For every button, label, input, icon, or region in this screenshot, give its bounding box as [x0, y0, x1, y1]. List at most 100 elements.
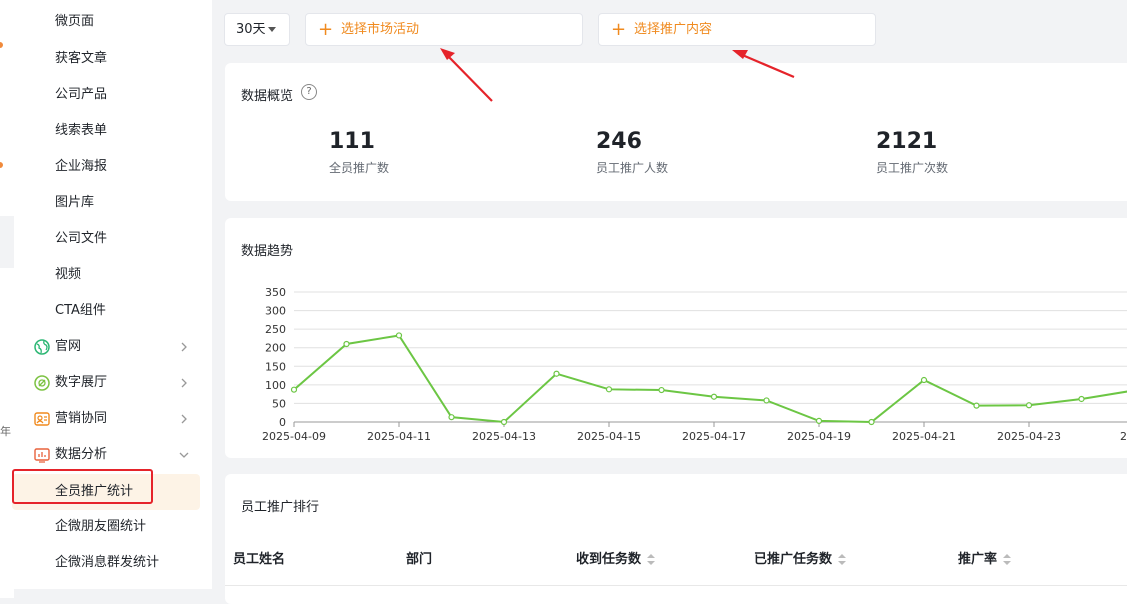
- sidebar-item-label: 企微消息群发统计: [55, 555, 160, 570]
- plus-icon: +: [611, 19, 627, 40]
- stat-label: 员工推广人数: [596, 161, 669, 175]
- select-content-label: 选择推广内容: [634, 22, 713, 37]
- trend-line-chart: 0 50 100 150 200 250 300 350 2025-04-09 2025-04-1…: [262, 286, 1127, 443]
- stat-staff-promo-count: 2121 员工推广次数: [876, 129, 948, 176]
- y-tick-label: 50: [272, 397, 286, 410]
- x-tick-label: 2025-04-23: [997, 430, 1061, 443]
- sidebar-item-broadcast-stats[interactable]: 企微消息群发统计: [14, 545, 212, 581]
- y-tick-label: 300: [265, 305, 286, 318]
- y-tick-label: 0: [279, 416, 286, 429]
- data-point: [658, 386, 665, 394]
- sidebar-group-website[interactable]: 官网: [14, 329, 212, 365]
- data-point: [1025, 402, 1033, 409]
- sidebar-item-gallery[interactable]: 图片库: [14, 185, 212, 221]
- left-panel-fragment: [0, 0, 14, 216]
- series-line: [293, 334, 1127, 424]
- sort-icon[interactable]: [647, 553, 656, 566]
- chevron-down-icon: [179, 452, 189, 458]
- sidebar-item-label: 微页面: [55, 14, 95, 29]
- data-point: [868, 418, 875, 426]
- column-header-promo-rate[interactable]: 推广率: [958, 548, 1012, 567]
- sidebar-item-moments-stats[interactable]: 企微朋友圈统计: [14, 509, 212, 545]
- sidebar-item-label: 营销协同: [55, 411, 108, 426]
- ranking-title: 员工推广排行: [241, 500, 320, 515]
- sidebar-group-analytics[interactable]: 数据分析: [14, 437, 212, 473]
- sidebar-item-articles[interactable]: 获客文章: [14, 41, 212, 77]
- table-divider: [225, 585, 1127, 586]
- sidebar-item-cta[interactable]: CTA组件: [14, 293, 212, 329]
- sidebar-item-label: 公司产品: [55, 87, 108, 102]
- sidebar-item-label: 数据分析: [55, 447, 108, 462]
- collab-icon: [34, 412, 50, 426]
- stat-total-promotions: 111 全员推广数: [329, 129, 389, 176]
- plus-icon: +: [318, 19, 334, 40]
- sidebar-item-lead-forms[interactable]: 线索表单: [14, 113, 212, 149]
- column-header-tasks-received[interactable]: 收到任务数: [576, 548, 656, 567]
- stat-value: 2121: [876, 129, 938, 154]
- y-tick-label: 100: [265, 379, 286, 392]
- sidebar-item-files[interactable]: 公司文件: [14, 221, 212, 257]
- column-header-name: 员工姓名: [233, 552, 286, 567]
- sidebar-item-posters[interactable]: 企业海报: [14, 149, 212, 185]
- data-point: [290, 386, 298, 393]
- sidebar-item-label: 数字展厅: [55, 375, 108, 390]
- x-tick-label: 2025-04-19: [787, 430, 851, 443]
- sidebar-item-video[interactable]: 视频: [14, 257, 212, 293]
- sidebar-item-products[interactable]: 公司产品: [14, 77, 212, 113]
- sidebar-item-label: 公司文件: [55, 231, 108, 246]
- sidebar-group-marketing-collab[interactable]: 营销协同: [14, 401, 212, 437]
- chevron-right-icon: [181, 378, 187, 388]
- stat-label: 员工推广次数: [876, 161, 949, 175]
- y-tick-label: 200: [265, 342, 286, 355]
- data-point: [1078, 395, 1085, 403]
- analytics-icon: [34, 448, 50, 463]
- help-icon[interactable]: ?: [301, 84, 317, 100]
- data-point: [343, 340, 350, 348]
- sidebar-item-label: 官网: [55, 339, 82, 354]
- days-range-value: 30天: [236, 22, 266, 37]
- sidebar-item-micro-page[interactable]: 微页面: [14, 4, 212, 40]
- sidebar-item-label: 视频: [55, 267, 82, 282]
- data-point: [763, 397, 770, 404]
- sidebar-item-label: CTA组件: [55, 303, 106, 318]
- stat-label: 全员推广数: [329, 161, 390, 175]
- sort-icon[interactable]: [838, 553, 847, 566]
- stat-value: 111: [329, 129, 375, 154]
- y-tick-label: 250: [265, 323, 286, 336]
- sort-icon[interactable]: [1003, 553, 1012, 566]
- x-tick-label: 2025-04-15: [577, 430, 641, 443]
- sidebar-item-label: 线索表单: [55, 123, 108, 138]
- stat-value: 246: [596, 129, 642, 154]
- column-header-tasks-promoted[interactable]: 已推广任务数: [754, 548, 847, 567]
- data-point: [500, 418, 508, 426]
- data-point: [920, 376, 928, 384]
- data-point: [553, 370, 560, 377]
- days-range-select[interactable]: 30天: [224, 13, 290, 46]
- trend-title: 数据趋势: [241, 244, 294, 259]
- x-tick-label: 2025-04-11: [367, 430, 431, 443]
- data-point: [710, 393, 718, 400]
- caret-down-icon: [268, 27, 276, 32]
- column-header-department: 部门: [406, 552, 433, 567]
- x-tick-label: 2025-04-17: [682, 430, 746, 443]
- data-point: [448, 414, 455, 421]
- x-tick-label: 2025-04-21: [892, 430, 956, 443]
- select-campaign-label: 选择市场活动: [341, 22, 420, 37]
- sidebar-item-label: 获客文章: [55, 51, 108, 66]
- hall-icon: [34, 375, 50, 391]
- select-campaign-button[interactable]: + 选择市场活动: [305, 13, 583, 46]
- chevron-right-icon: [181, 342, 187, 352]
- chevron-right-icon: [181, 414, 187, 424]
- sidebar-group-digital-hall[interactable]: 数字展厅: [14, 365, 212, 401]
- sidebar-item-label: 企业海报: [55, 159, 108, 174]
- x-tick-label: 2025: [1120, 430, 1127, 443]
- data-point: [973, 402, 980, 409]
- globe-icon: [34, 339, 50, 355]
- annotation-highlight-box: [12, 469, 153, 504]
- x-tick-label: 2025-04-13: [472, 430, 536, 443]
- y-tick-label: 150: [265, 360, 286, 373]
- x-tick-label: 2025-04-09: [262, 430, 326, 443]
- data-point: [605, 386, 613, 393]
- overview-title: 数据概览: [241, 89, 294, 104]
- select-content-button[interactable]: + 选择推广内容: [598, 13, 876, 46]
